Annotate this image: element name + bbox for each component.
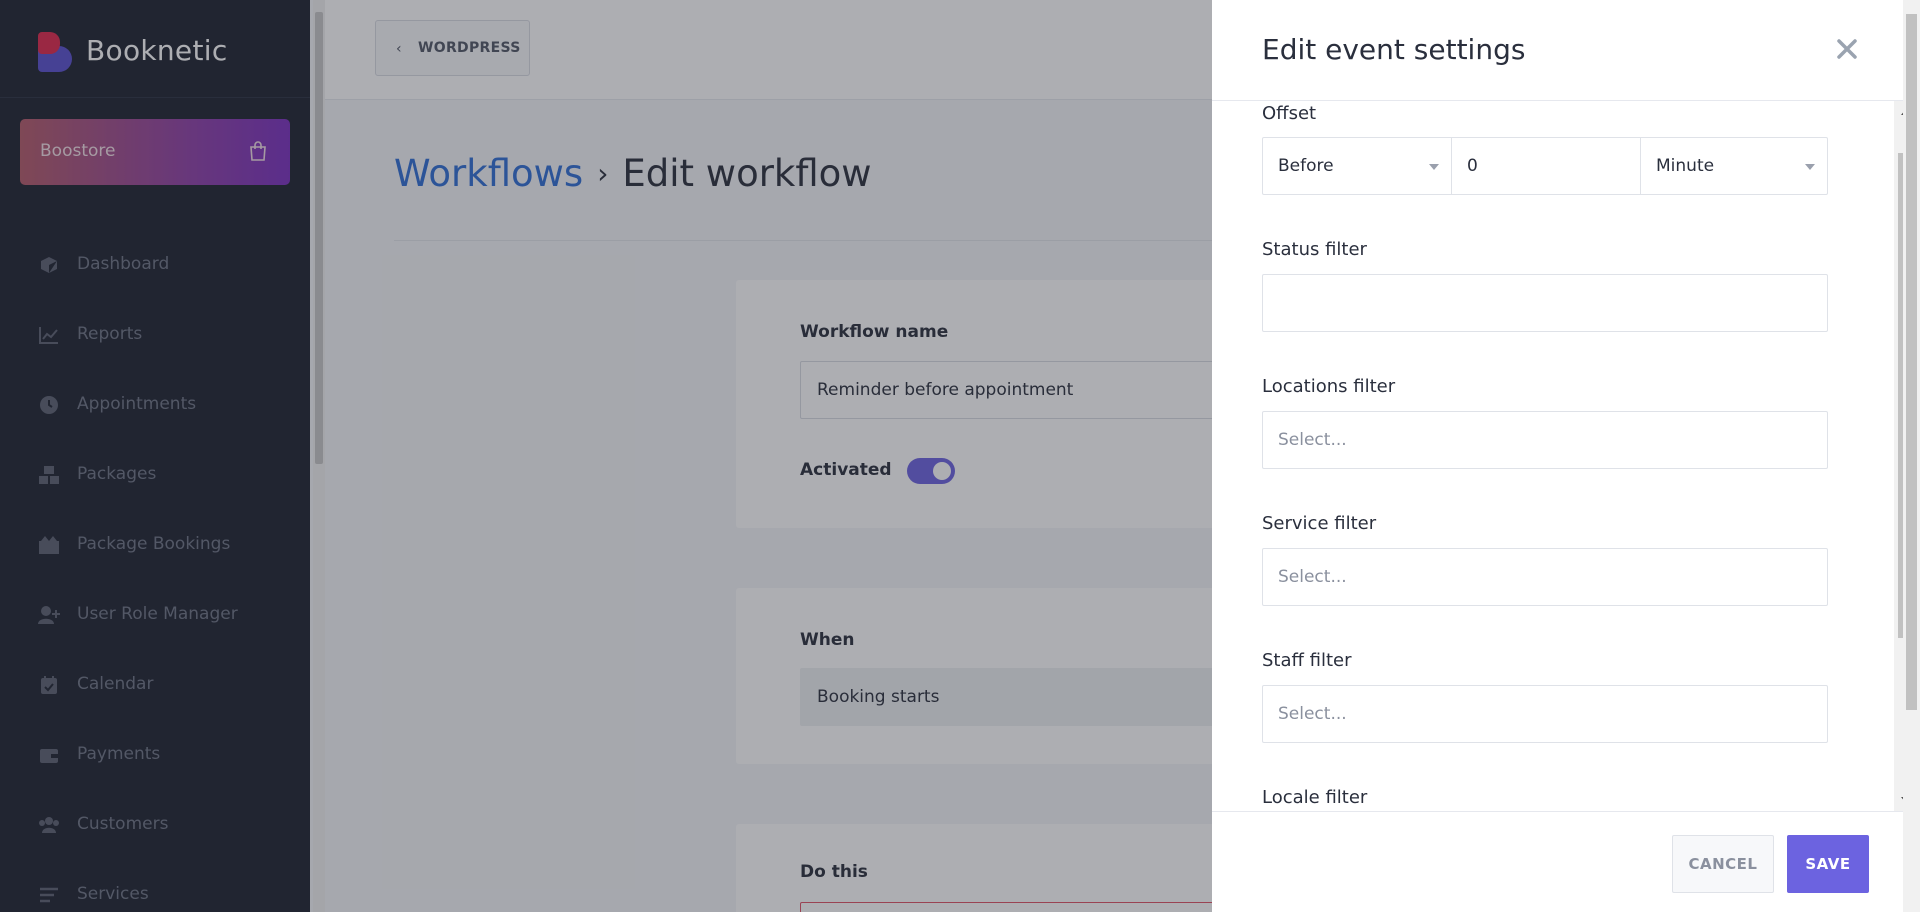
service-filter-placeholder: Select... <box>1278 567 1347 587</box>
offset-label: Offset <box>1262 103 1317 124</box>
save-button[interactable]: SAVE <box>1787 835 1869 893</box>
scrollbar-thumb[interactable] <box>1906 14 1917 710</box>
close-icon[interactable] <box>1836 38 1858 60</box>
status-filter-select[interactable] <box>1262 274 1828 332</box>
service-filter-label: Service filter <box>1262 513 1377 534</box>
offset-unit-value: Minute <box>1656 156 1715 176</box>
locale-filter-label: Locale filter <box>1262 787 1368 808</box>
staff-filter-placeholder: Select... <box>1278 704 1347 724</box>
offset-row: Before 0 Minute <box>1262 137 1828 195</box>
drawer-title: Edit event settings <box>1262 33 1526 66</box>
offset-unit-select[interactable]: Minute <box>1641 138 1827 194</box>
modal-backdrop[interactable] <box>0 0 1212 912</box>
staff-filter-label: Staff filter <box>1262 650 1352 671</box>
offset-direction-value: Before <box>1278 156 1334 176</box>
offset-direction-select[interactable]: Before <box>1263 138 1451 194</box>
staff-filter-select[interactable]: Select... <box>1262 685 1828 743</box>
offset-amount-input[interactable]: 0 <box>1452 138 1640 194</box>
page-scrollbar[interactable] <box>1903 0 1920 912</box>
cancel-button[interactable]: CANCEL <box>1672 835 1774 893</box>
offset-amount-value: 0 <box>1467 156 1478 176</box>
caret-down-icon <box>1429 164 1439 170</box>
drawer-body: Offset Before 0 Minute Status filter Loc… <box>1212 101 1894 811</box>
locations-filter-select[interactable]: Select... <box>1262 411 1828 469</box>
edit-event-settings-drawer: Edit event settings Offset Before 0 Minu… <box>1212 0 1920 912</box>
status-filter-label: Status filter <box>1262 239 1367 260</box>
drawer-footer: CANCEL SAVE <box>1212 811 1920 912</box>
caret-down-icon <box>1805 164 1815 170</box>
service-filter-select[interactable]: Select... <box>1262 548 1828 606</box>
drawer-header: Edit event settings <box>1212 0 1920 101</box>
locations-filter-placeholder: Select... <box>1278 430 1347 450</box>
locations-filter-label: Locations filter <box>1262 376 1396 397</box>
